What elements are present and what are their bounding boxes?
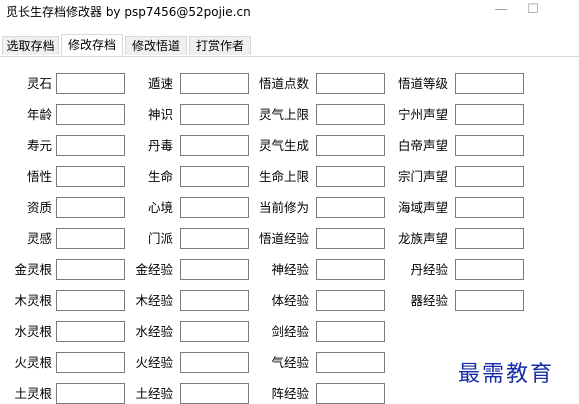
field-label: 灵气生成: [258, 138, 309, 153]
field-input[interactable]: [455, 104, 524, 125]
field-label: 白帝声望: [397, 138, 448, 153]
field-input[interactable]: [56, 166, 125, 187]
field-label: 年龄: [26, 107, 52, 122]
field-input[interactable]: [455, 259, 524, 280]
field-label: 土经验: [135, 386, 173, 401]
maximize-icon[interactable]: ☐: [519, 0, 547, 20]
field-input[interactable]: [455, 228, 524, 249]
field-label: 木经验: [135, 293, 173, 308]
field-label: 器经验: [410, 293, 448, 308]
field-input[interactable]: [316, 352, 385, 373]
field-label: 悟道经验: [258, 231, 309, 246]
window-title: 觅长生存档修改器 by psp7456@52pojie.cn: [6, 5, 251, 19]
edit-save-panel: 灵石年龄寿元悟性资质灵感金灵根木灵根水灵根火灵根土灵根 遁速神识丹毒生命心境门派金…: [0, 57, 579, 404]
field-input[interactable]: [56, 135, 125, 156]
field-label: 灵感: [26, 231, 52, 246]
field-label: 心境: [147, 200, 173, 215]
field-label: 剑经验: [271, 324, 309, 339]
field-input[interactable]: [316, 259, 385, 280]
field-label: 龙族声望: [397, 231, 448, 246]
tab-select-save[interactable]: 选取存档: [2, 36, 59, 55]
title-bar: 觅长生存档修改器 by psp7456@52pojie.cn — ☐: [0, 0, 579, 22]
field-label: 遁速: [147, 76, 173, 91]
tab-tip-author[interactable]: 打赏作者: [189, 36, 251, 55]
field-label: 生命: [147, 169, 173, 184]
field-input[interactable]: [316, 73, 385, 94]
field-input[interactable]: [455, 135, 524, 156]
field-label: 阵经验: [271, 386, 309, 401]
field-input[interactable]: [180, 166, 249, 187]
field-label: 神识: [147, 107, 173, 122]
field-label: 门派: [147, 231, 173, 246]
field-label: 宗门声望: [397, 169, 448, 184]
field-input[interactable]: [180, 73, 249, 94]
field-input[interactable]: [56, 73, 125, 94]
field-input[interactable]: [455, 166, 524, 187]
field-input[interactable]: [316, 197, 385, 218]
field-label: 悟性: [26, 169, 52, 184]
field-label: 寿元: [26, 138, 52, 153]
field-input[interactable]: [180, 352, 249, 373]
field-input[interactable]: [56, 352, 125, 373]
field-input[interactable]: [455, 73, 524, 94]
field-label: 气经验: [271, 355, 309, 370]
field-label: 海域声望: [397, 200, 448, 215]
field-input[interactable]: [56, 104, 125, 125]
field-input[interactable]: [56, 383, 125, 404]
field-input[interactable]: [316, 228, 385, 249]
field-label: 金灵根: [14, 262, 52, 277]
field-input[interactable]: [180, 228, 249, 249]
field-input[interactable]: [316, 383, 385, 404]
field-input[interactable]: [180, 321, 249, 342]
field-label: 资质: [26, 200, 52, 215]
field-label: 灵石: [26, 76, 52, 91]
field-label: 木灵根: [14, 293, 52, 308]
field-label: 灵气上限: [258, 107, 309, 122]
field-label: 丹经验: [410, 262, 448, 277]
watermark: 最需教育: [458, 362, 555, 387]
field-label: 悟道点数: [258, 76, 309, 91]
field-label: 体经验: [271, 293, 309, 308]
field-input[interactable]: [316, 321, 385, 342]
field-label: 土灵根: [14, 386, 52, 401]
field-label: 火灵根: [14, 355, 52, 370]
field-input[interactable]: [455, 197, 524, 218]
field-input[interactable]: [56, 321, 125, 342]
field-label: 水灵根: [14, 324, 52, 339]
field-input[interactable]: [180, 290, 249, 311]
field-input[interactable]: [455, 290, 524, 311]
field-input[interactable]: [316, 290, 385, 311]
field-label: 悟道等级: [397, 76, 448, 91]
field-label: 生命上限: [258, 169, 309, 184]
field-input[interactable]: [180, 383, 249, 404]
field-label: 水经验: [135, 324, 173, 339]
field-input[interactable]: [56, 259, 125, 280]
field-input[interactable]: [316, 166, 385, 187]
field-label: 当前修为: [258, 200, 309, 215]
field-label: 丹毒: [147, 138, 173, 153]
minimize-icon[interactable]: —: [487, 0, 515, 20]
field-input[interactable]: [180, 135, 249, 156]
field-input[interactable]: [180, 259, 249, 280]
field-label: 金经验: [135, 262, 173, 277]
tab-edit-wudao[interactable]: 修改悟道: [125, 36, 187, 55]
field-label: 神经验: [271, 262, 309, 277]
field-input[interactable]: [316, 104, 385, 125]
field-input[interactable]: [56, 228, 125, 249]
tab-strip: 选取存档 修改存档 修改悟道 打赏作者: [0, 34, 579, 56]
field-input[interactable]: [316, 135, 385, 156]
field-label: 火经验: [135, 355, 173, 370]
field-label: 宁州声望: [397, 107, 448, 122]
field-input[interactable]: [56, 290, 125, 311]
field-input[interactable]: [56, 197, 125, 218]
field-input[interactable]: [180, 197, 249, 218]
field-input[interactable]: [180, 104, 249, 125]
tab-edit-save[interactable]: 修改存档: [61, 34, 123, 56]
